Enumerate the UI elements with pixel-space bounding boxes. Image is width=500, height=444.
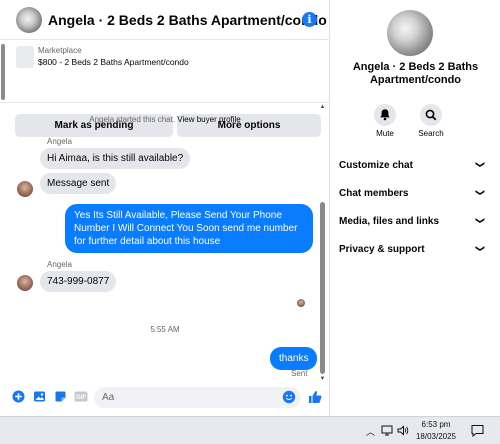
- network-icon[interactable]: [381, 425, 393, 436]
- message-status: Sent: [291, 369, 308, 378]
- listing-source: Marketplace: [38, 46, 82, 55]
- scroll-up-arrow-icon[interactable]: ▲: [319, 104, 326, 112]
- scroll-down-arrow-icon[interactable]: ▼: [319, 376, 326, 384]
- volume-icon[interactable]: [397, 425, 409, 436]
- section-label: Customize chat: [339, 160, 413, 171]
- conversation-details-panel: Angela · 2 Beds 2 Baths Apartment/condo …: [331, 0, 500, 416]
- listing-thumbnail[interactable]: [16, 46, 34, 68]
- thumbs-up-icon[interactable]: [308, 390, 322, 404]
- details-name: Angela · 2 Beds 2 Baths Apartment/condo: [352, 61, 479, 86]
- search-label: Search: [418, 129, 444, 138]
- conversation-avatar[interactable]: [16, 7, 42, 33]
- chevron-down-icon[interactable]: ❯: [475, 245, 486, 253]
- chat-header: Angela · 2 Beds 2 Baths Apartment/condo …: [0, 0, 330, 40]
- sender-name: Angela: [47, 137, 72, 146]
- chevron-down-icon[interactable]: ❯: [475, 189, 486, 197]
- sender-avatar[interactable]: [17, 275, 33, 291]
- chat-started-notice: Angela started this chat. View buyer pro…: [0, 115, 330, 124]
- message-input[interactable]: Aa: [94, 387, 301, 408]
- time-separator: 5:55 AM: [150, 325, 180, 334]
- details-avatar[interactable]: [387, 10, 433, 56]
- incoming-message[interactable]: Hi Aimaa, is this still available?: [40, 148, 191, 169]
- info-icon[interactable]: i: [302, 12, 317, 27]
- message-input-placeholder: Aa: [102, 392, 115, 403]
- sticker-icon[interactable]: [54, 390, 67, 403]
- messenger-window: Angela · 2 Beds 2 Baths Apartment/condo …: [0, 0, 500, 444]
- mute-label: Mute: [376, 129, 394, 138]
- windows-taskbar: ︿ 6:53 pm 18/03/2025: [0, 416, 500, 444]
- outgoing-message[interactable]: Yes Its Still Available, Please Send You…: [65, 204, 313, 253]
- taskbar-time[interactable]: 6:53 pm: [412, 420, 460, 429]
- gif-icon[interactable]: GIF: [74, 390, 88, 403]
- plus-icon[interactable]: [12, 390, 25, 403]
- taskbar-date[interactable]: 18/03/2025: [412, 432, 460, 441]
- chat-members-section[interactable]: Chat members ❯: [339, 186, 486, 202]
- incoming-message[interactable]: Message sent: [40, 173, 117, 194]
- privacy-support-section[interactable]: Privacy & support ❯: [339, 242, 486, 258]
- read-receipt-avatar: [297, 299, 305, 307]
- section-label: Privacy & support: [339, 244, 425, 255]
- section-label: Media, files and links: [339, 216, 440, 227]
- chat-scrollbar-thumb[interactable]: [320, 202, 325, 374]
- chevron-down-icon[interactable]: ❯: [475, 161, 486, 169]
- search-icon[interactable]: [420, 104, 442, 126]
- sender-avatar[interactable]: [17, 181, 33, 197]
- chevron-up-icon[interactable]: ︿: [366, 425, 375, 438]
- chat-started-text: Angela started this chat.: [89, 115, 176, 124]
- search-action[interactable]: Search: [411, 104, 451, 138]
- chevron-down-icon[interactable]: ❯: [475, 217, 486, 225]
- customize-chat-section[interactable]: Customize chat ❯: [339, 158, 486, 174]
- svg-text:GIF: GIF: [76, 395, 86, 401]
- emoji-icon[interactable]: [282, 390, 296, 404]
- notification-icon[interactable]: [471, 424, 484, 437]
- sender-name: Angela: [47, 260, 72, 269]
- marketplace-listing-banner: Marketplace $800 - 2 Beds 2 Baths Apartm…: [0, 41, 330, 137]
- view-buyer-profile-link[interactable]: View buyer profile: [177, 115, 240, 124]
- mute-action[interactable]: Mute: [365, 104, 405, 138]
- chat-pane: Angela · 2 Beds 2 Baths Apartment/condo …: [0, 0, 330, 416]
- incoming-message[interactable]: 743-999-0877: [40, 271, 117, 292]
- conversation-title[interactable]: Angela · 2 Beds 2 Baths Apartment/condo: [48, 12, 327, 28]
- bell-icon[interactable]: [374, 104, 396, 126]
- section-label: Chat members: [339, 188, 409, 199]
- listing-title[interactable]: $800 - 2 Beds 2 Baths Apartment/condo: [38, 57, 189, 67]
- outgoing-message[interactable]: thanks: [270, 347, 318, 370]
- photo-icon[interactable]: [33, 390, 46, 403]
- media-files-links-section[interactable]: Media, files and links ❯: [339, 214, 486, 230]
- chat-scrollbar[interactable]: ▲ ▼: [319, 104, 326, 384]
